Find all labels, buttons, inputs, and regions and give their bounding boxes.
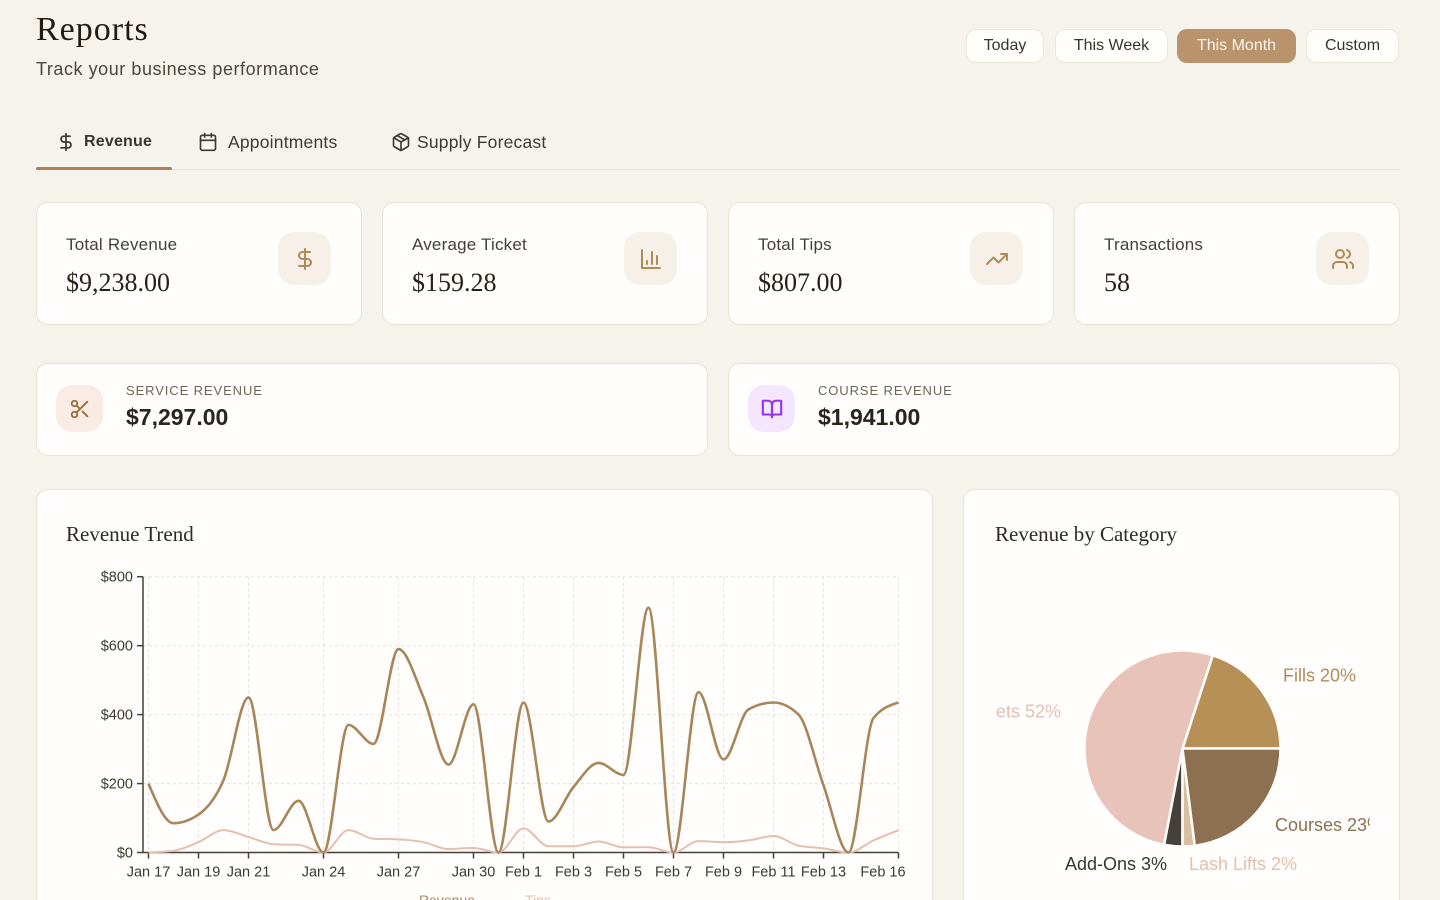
svg-text:Add-Ons 3%: Add-Ons 3% <box>1065 854 1167 874</box>
svg-text:$200: $200 <box>101 777 133 793</box>
svg-text:Feb 11: Feb 11 <box>751 865 795 881</box>
svg-text:Feb 7: Feb 7 <box>655 865 692 881</box>
svg-text:Feb 16: Feb 16 <box>860 865 905 881</box>
svg-text:Courses 23%: Courses 23% <box>1275 815 1370 835</box>
svg-text:Jan 27: Jan 27 <box>377 865 421 881</box>
svg-text:Feb 5: Feb 5 <box>605 865 642 881</box>
svg-text:Feb 13: Feb 13 <box>801 865 846 881</box>
svg-text:Fills 20%: Fills 20% <box>1283 666 1356 686</box>
svg-text:Feb 3: Feb 3 <box>555 865 592 881</box>
svg-text:Feb 9: Feb 9 <box>705 865 742 881</box>
svg-text:Feb 1: Feb 1 <box>505 865 542 881</box>
svg-text:Jan 17: Jan 17 <box>127 865 171 881</box>
svg-text:Lash Lifts 2%: Lash Lifts 2% <box>1189 854 1297 874</box>
svg-text:Full Sets 52%: Full Sets 52% <box>995 702 1061 722</box>
svg-text:$800: $800 <box>101 570 133 586</box>
svg-text:$400: $400 <box>101 708 133 724</box>
svg-text:Jan 21: Jan 21 <box>227 865 271 881</box>
svg-text:Jan 30: Jan 30 <box>452 865 496 881</box>
svg-text:$0: $0 <box>117 846 133 862</box>
svg-text:Jan 19: Jan 19 <box>177 865 221 881</box>
svg-text:Jan 24: Jan 24 <box>302 865 346 881</box>
svg-text:$600: $600 <box>101 639 133 655</box>
